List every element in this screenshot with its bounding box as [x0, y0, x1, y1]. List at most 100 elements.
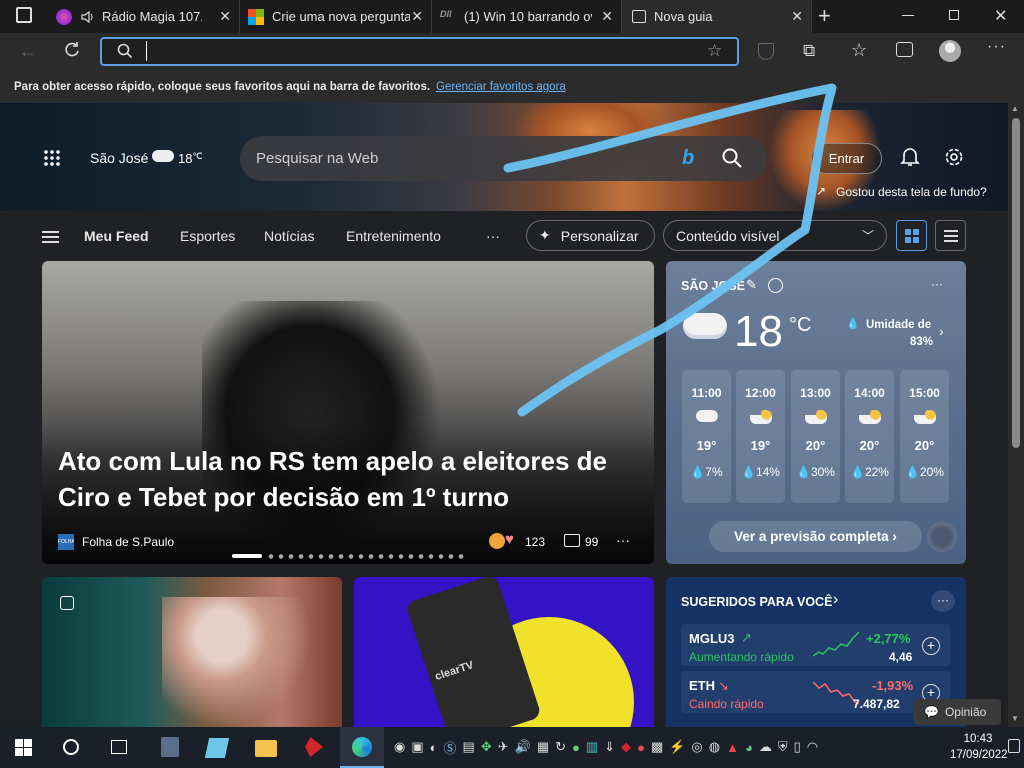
weather-city[interactable]: SÃO JOSÉ	[681, 279, 745, 293]
tray-app-icon[interactable]: ◎	[691, 739, 702, 755]
content-visible-dropdown[interactable]: Conteúdo visível ﹀	[663, 220, 887, 251]
edit-location-icon[interactable]: ✎	[746, 277, 757, 293]
refresh-button[interactable]	[62, 40, 82, 65]
tray-app-icon[interactable]: ✥	[481, 739, 492, 755]
epic-games-icon[interactable]: ▩	[651, 739, 663, 755]
apps-launcher-icon[interactable]	[43, 149, 61, 167]
tracking-prevention-icon[interactable]	[758, 43, 774, 60]
close-tab-icon[interactable]: ✕	[601, 8, 613, 25]
extensions-icon[interactable]: ⧉	[803, 41, 815, 61]
tab-win10[interactable]: Dll (1) Win 10 barrando ov ✕	[432, 0, 622, 33]
comment-icon[interactable]	[564, 534, 580, 547]
wifi-icon[interactable]: ◠	[807, 739, 818, 755]
story-source[interactable]: Folha de S.Paulo	[82, 535, 174, 549]
calculator-icon[interactable]	[161, 737, 179, 757]
nav-item-entretenimento[interactable]: Entretenimento	[346, 228, 441, 244]
tab-crie-pergunta[interactable]: Crie uma nova pergunta ✕	[240, 0, 432, 33]
taskbar-clock[interactable]: 10:43 17/09/2022	[950, 731, 1008, 763]
chevron-right-icon[interactable]: ›	[833, 591, 838, 609]
stocks-more-button[interactable]: ···	[931, 590, 955, 612]
grid-view-button[interactable]	[896, 220, 927, 251]
defender-icon[interactable]: ⛨	[778, 739, 788, 755]
tray-app-icon[interactable]: ◆	[621, 739, 631, 755]
minimize-button[interactable]	[902, 15, 914, 16]
tray-app-icon[interactable]: ▥	[586, 739, 598, 755]
back-button[interactable]: ←	[19, 41, 37, 62]
signin-button[interactable]: Entrar	[811, 143, 882, 174]
maximize-button[interactable]	[949, 10, 959, 20]
search-icon[interactable]	[722, 148, 742, 173]
reactions-icon[interactable]	[489, 533, 505, 549]
page-settings-icon[interactable]	[944, 147, 964, 172]
tab-actions-icon[interactable]	[16, 7, 32, 23]
wallpaper-prompt-link[interactable]: Gostou desta tela de fundo?	[836, 185, 987, 199]
humidity-label[interactable]: Umidade de	[866, 319, 931, 331]
close-tab-icon[interactable]: ✕	[791, 8, 803, 25]
nav-more-button[interactable]: ···	[486, 228, 500, 244]
tray-app-icon[interactable]: ⚡	[669, 739, 685, 755]
close-tab-icon[interactable]: ✕	[219, 8, 231, 25]
tray-app-icon[interactable]: ●	[637, 740, 645, 755]
add-favorite-icon[interactable]: ☆	[707, 41, 722, 61]
speaker-icon[interactable]	[80, 9, 96, 25]
feedback-button[interactable]: 💬 Opinião	[914, 699, 1001, 725]
notepad-icon[interactable]	[204, 738, 230, 758]
notifications-icon[interactable]	[900, 146, 920, 173]
tray-app-icon[interactable]: ▲	[726, 740, 739, 755]
address-input[interactable]	[146, 41, 686, 61]
tray-app-icon[interactable]: ⇓	[604, 739, 615, 755]
tab-radio-magia[interactable]: Rádio Magia 107.3 ✕	[48, 0, 240, 33]
notification-center-icon[interactable]	[1008, 739, 1020, 753]
settings-more-icon[interactable]: ···	[987, 38, 1006, 56]
hourly-forecast-item[interactable]: 12:00 19° 💧14%	[736, 370, 785, 503]
menu-icon[interactable]	[42, 231, 59, 243]
skype-icon[interactable]: Ⓢ	[444, 738, 457, 757]
nav-item-esportes[interactable]: Esportes	[180, 228, 235, 244]
discord-icon[interactable]: ◉	[394, 739, 405, 755]
story-card-image[interactable]	[42, 577, 342, 727]
new-tab-button[interactable]: +	[818, 3, 831, 29]
close-window-button[interactable]: ✕	[994, 6, 1007, 26]
add-stock-icon[interactable]: +	[922, 637, 940, 655]
chevron-right-icon[interactable]: ›	[939, 323, 944, 339]
weather-more-button[interactable]: ···	[931, 277, 943, 291]
main-story-headline[interactable]: Ato com Lula no RS tem apelo a eleitores…	[58, 443, 638, 515]
nav-item-noticias[interactable]: Notícias	[264, 228, 315, 244]
tray-app-icon[interactable]: ●	[572, 740, 580, 755]
scroll-up-arrow[interactable]: ▲	[1011, 104, 1019, 113]
profile-avatar[interactable]	[939, 40, 961, 62]
carousel-indicator[interactable]	[232, 553, 464, 559]
favorites-icon[interactable]: ☆	[851, 40, 867, 61]
tray-app-icon[interactable]: ✈	[498, 739, 509, 755]
header-temperature[interactable]: 18℃	[178, 151, 203, 166]
chrome-icon[interactable]: ◕	[745, 740, 753, 755]
file-explorer-icon[interactable]	[255, 740, 277, 757]
bing-icon[interactable]: b	[682, 147, 694, 170]
tray-app-icon[interactable]: ▤	[463, 739, 475, 755]
list-view-button[interactable]	[935, 220, 966, 251]
globe-icon[interactable]	[768, 278, 783, 293]
tray-app-icon[interactable]: ◐	[430, 740, 438, 755]
steam-icon[interactable]: ◍	[709, 739, 720, 755]
system-tray-icons[interactable]: ◉ ▣ ◐ Ⓢ ▤ ✥ ✈ 🔊 ▦ ↻ ● ▥ ⇓ ◆ ● ▩ ⚡ ◎ ◍ ▲ …	[394, 737, 914, 757]
personalize-button[interactable]: ✦ Personalizar	[526, 220, 655, 251]
story-more-button[interactable]: ···	[616, 532, 630, 548]
tray-app-icon[interactable]: ↻	[555, 739, 566, 755]
scroll-thumb[interactable]	[1012, 118, 1020, 448]
windows-start-icon[interactable]	[15, 739, 32, 756]
hourly-forecast-item[interactable]: 14:00 20° 💧22%	[845, 370, 894, 503]
collections-icon[interactable]	[896, 42, 913, 57]
tray-app-icon[interactable]: ▣	[411, 739, 423, 755]
full-forecast-button[interactable]: Ver a previsão completa ›	[709, 521, 922, 552]
weather-avatar-icon[interactable]	[927, 522, 957, 552]
header-location[interactable]: São José	[90, 150, 148, 166]
nav-item-meu-feed[interactable]: Meu Feed	[84, 228, 149, 244]
onedrive-icon[interactable]: ☁	[759, 739, 772, 755]
close-tab-icon[interactable]: ✕	[411, 8, 423, 25]
edge-taskbar-icon[interactable]	[340, 727, 384, 768]
manage-favorites-link[interactable]: Gerenciar favoritos agora	[436, 81, 566, 93]
task-view-icon[interactable]	[111, 740, 127, 754]
volume-icon[interactable]: 🔊	[515, 739, 531, 755]
story-card-product[interactable]: clearTV	[354, 577, 654, 727]
scroll-down-arrow[interactable]: ▼	[1011, 714, 1019, 723]
